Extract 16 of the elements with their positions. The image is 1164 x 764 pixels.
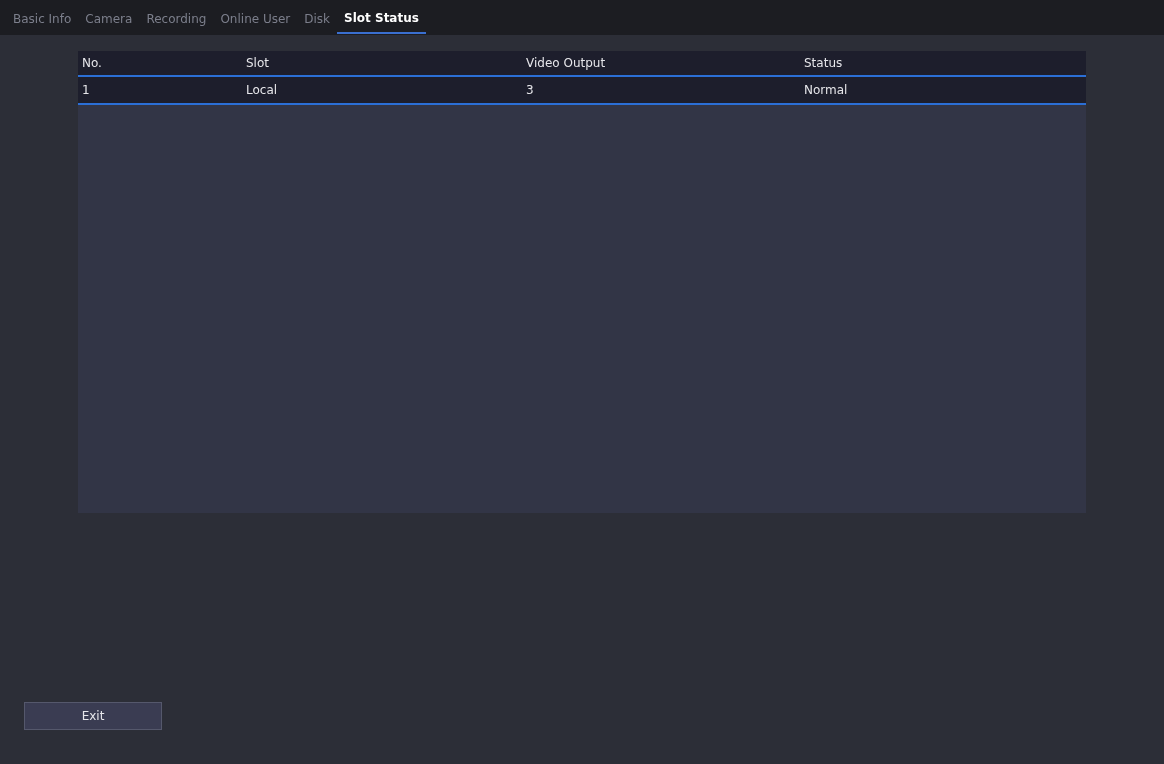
column-header: No.: [81, 55, 103, 72]
column-header: Slot: [246, 55, 270, 72]
table-cell-text: Normal: [804, 82, 849, 99]
tab[interactable]: Disk: [297, 4, 338, 34]
tab[interactable]: Online User: [213, 4, 298, 34]
table-cell-text: 3: [526, 82, 535, 99]
column-header: Status: [804, 55, 844, 72]
table-cell-text: Local: [246, 82, 279, 99]
tab[interactable]: Basic Info: [6, 4, 79, 34]
tab[interactable]: Slot Status: [337, 4, 426, 34]
tab[interactable]: Recording: [139, 4, 214, 34]
exit-button[interactable]: Exit: [24, 702, 162, 730]
table-cell-text: 1: [81, 82, 91, 99]
table-row[interactable]: 1 Local 3 Normal: [78, 77, 1086, 105]
tab[interactable]: Camera: [78, 4, 140, 34]
column-header: Video Output: [526, 55, 607, 72]
